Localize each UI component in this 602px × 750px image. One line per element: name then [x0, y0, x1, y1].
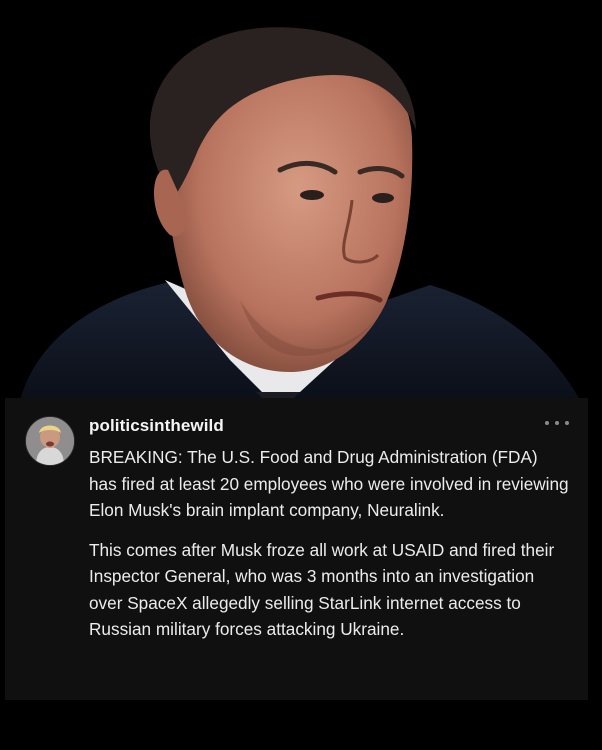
more-dot	[565, 421, 569, 425]
more-horizontal-icon[interactable]	[545, 416, 569, 430]
avatar-image	[26, 417, 74, 465]
username[interactable]: politicsinthewild	[89, 416, 224, 436]
more-dot	[555, 421, 559, 425]
more-dot	[545, 421, 549, 425]
portrait-illustration	[0, 0, 602, 400]
post-card: politicsinthewild BREAKING: The U.S. Foo…	[5, 398, 588, 700]
post-body: BREAKING: The U.S. Food and Drug Adminis…	[89, 444, 569, 656]
post-paragraph: BREAKING: The U.S. Food and Drug Adminis…	[89, 447, 569, 520]
avatar[interactable]	[25, 416, 75, 466]
header-photo	[0, 0, 602, 400]
post-paragraph: This comes after Musk froze all work at …	[89, 539, 555, 640]
